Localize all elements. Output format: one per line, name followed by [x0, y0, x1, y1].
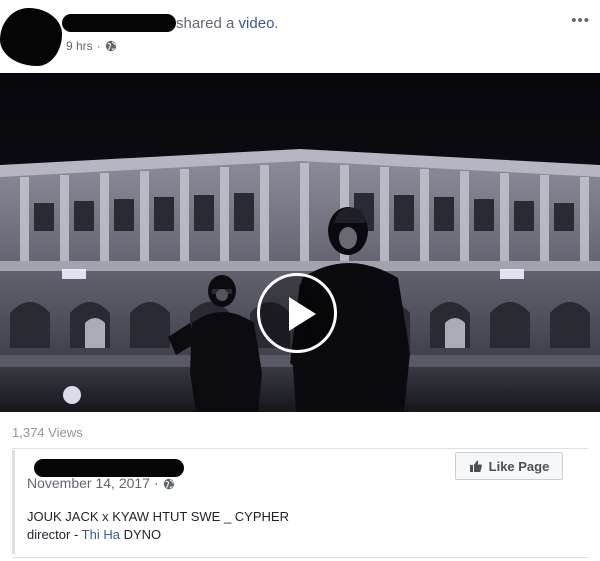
shared-action-text: shared a	[176, 15, 235, 32]
more-options-button[interactable]: •••	[571, 12, 590, 29]
shared-page-box: November 14, 2017 · Like Page JOUK JACK …	[12, 450, 591, 554]
video-player[interactable]	[0, 73, 600, 412]
director-name-link[interactable]: Thi Ha	[82, 527, 120, 542]
globe-icon[interactable]	[105, 40, 117, 52]
globe-icon[interactable]	[163, 477, 175, 490]
thumbs-up-icon	[469, 459, 483, 473]
header-period: .	[274, 15, 279, 32]
redacted-author-name[interactable]	[62, 14, 176, 32]
date-separator: ·	[153, 475, 159, 491]
divider	[12, 448, 588, 449]
director-suffix: DYNO	[119, 527, 162, 542]
caption-title: JOUK JACK x KYAW HTUT SWE _ CYPHER	[27, 509, 289, 524]
shared-page-meta: November 14, 2017 ·	[27, 475, 175, 491]
like-page-button[interactable]: Like Page	[455, 452, 563, 480]
video-frame	[0, 73, 600, 412]
caption-director: director - Thi Ha DYNO	[27, 526, 289, 544]
meta-separator: ·	[96, 39, 101, 53]
redacted-avatar[interactable]	[0, 8, 62, 66]
divider	[12, 557, 588, 558]
video-link[interactable]: video	[239, 15, 275, 32]
post-meta: 9 hrs ·	[66, 39, 117, 53]
shared-caption: JOUK JACK x KYAW HTUT SWE _ CYPHER direc…	[27, 508, 289, 544]
director-prefix: director -	[27, 527, 82, 542]
like-page-label: Like Page	[488, 458, 550, 474]
play-icon	[289, 297, 316, 331]
view-count: 1,374 Views	[12, 425, 83, 440]
post-header-text: shared a video.	[176, 15, 279, 32]
shared-page-date[interactable]: November 14, 2017	[27, 475, 150, 491]
post-card: shared a video. 9 hrs · ••• 1,374 Views …	[0, 0, 600, 561]
post-timestamp[interactable]: 9 hrs	[66, 39, 93, 53]
play-button[interactable]	[257, 273, 337, 353]
